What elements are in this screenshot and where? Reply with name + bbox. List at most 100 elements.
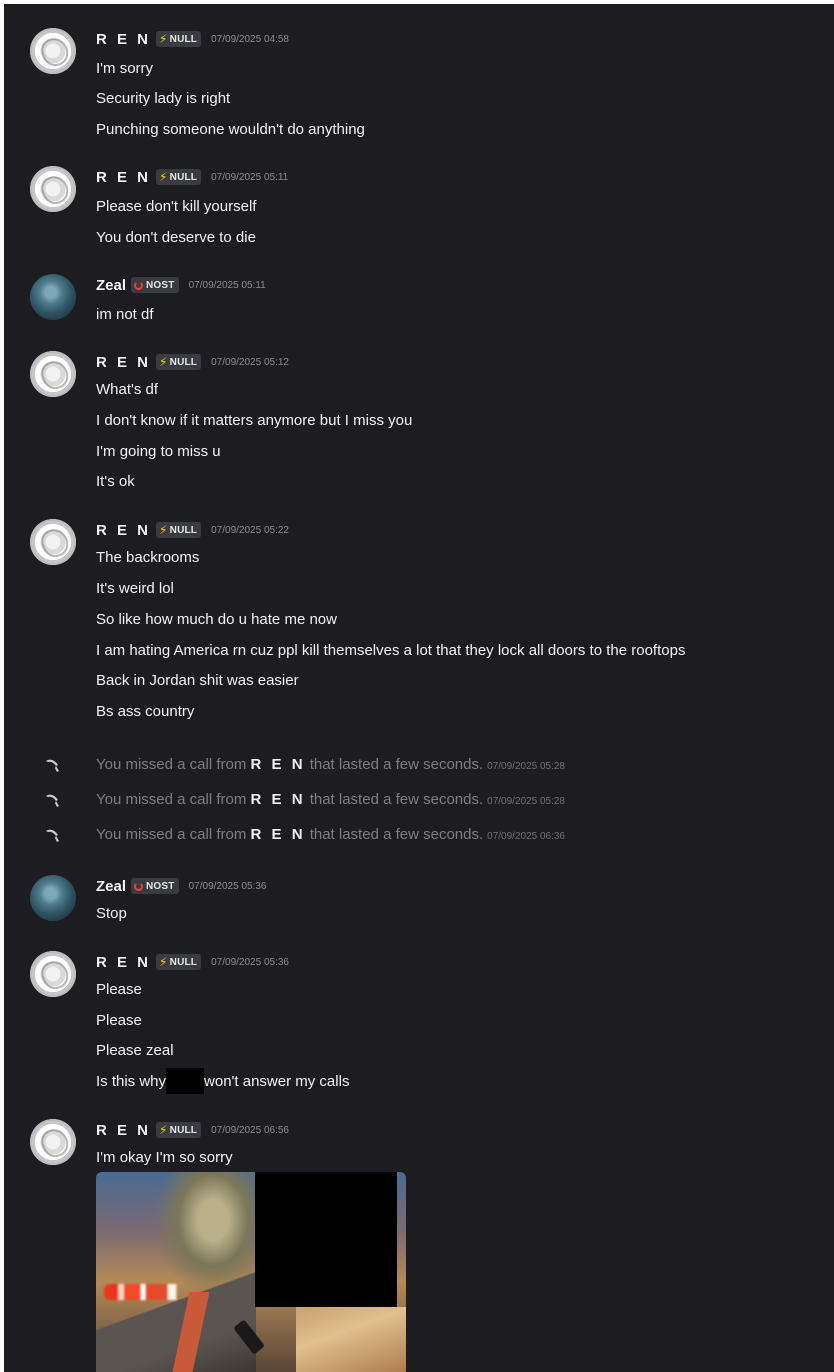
tag-label: NULL	[169, 956, 198, 968]
phone-icon	[46, 759, 59, 772]
message-text: Back in Jordan shit was easier	[96, 672, 299, 689]
phone-icon	[46, 829, 59, 842]
message-header: Zeal NOST 07/09/2025 05:36	[96, 876, 266, 896]
message-header: R E N ⚡ NULL 07/09/2025 05:11	[96, 167, 288, 187]
author-name[interactable]: R E N	[96, 954, 151, 971]
caller-name[interactable]: R E N	[251, 791, 306, 808]
avatar[interactable]	[30, 166, 76, 212]
lightning-bolt-icon: ⚡	[159, 170, 168, 184]
message-text: I'm going to miss u	[96, 443, 221, 460]
call-text: You missed a call from	[96, 826, 251, 843]
author-name[interactable]: R E N	[96, 169, 151, 186]
message-header: R E N ⚡ NULL 07/09/2025 04:58	[96, 29, 289, 49]
guild-tag[interactable]: ⚡ NULL	[156, 522, 202, 538]
timestamp: 07/09/2025 05:11	[188, 279, 266, 291]
lightning-bolt-icon: ⚡	[159, 523, 168, 537]
tag-label: NOST	[146, 880, 175, 892]
timestamp: 07/09/2025 05:22	[211, 524, 289, 536]
message-text: I am hating America rn cuz ppl kill them…	[96, 642, 686, 659]
tag-label: NOST	[146, 279, 175, 291]
message-text: Please	[96, 981, 142, 998]
message-text: Punching someone wouldn't do anything	[96, 121, 365, 138]
message-header: Zeal NOST 07/09/2025 05:11	[96, 275, 266, 295]
tag-label: NULL	[169, 171, 198, 183]
timestamp: 07/09/2025 05:28	[487, 761, 565, 772]
tag-label: NULL	[169, 356, 198, 368]
timestamp: 07/09/2025 05:28	[487, 796, 565, 807]
avatar[interactable]	[30, 351, 76, 397]
message-header: R E N ⚡ NULL 07/09/2025 05:22	[96, 520, 289, 540]
message-text-part: won't answer my calls	[204, 1073, 350, 1090]
emergency-lights	[104, 1284, 194, 1300]
lightning-bolt-icon: ⚡	[159, 955, 168, 969]
call-text: You missed a call from	[96, 756, 251, 773]
hand	[296, 1307, 406, 1372]
chat-log: R E N ⚡ NULL 07/09/2025 04:58 I'm sorry S…	[4, 4, 834, 1372]
message-text: So like how much do u hate me now	[96, 611, 337, 628]
message-header: R E N ⚡ NULL 07/09/2025 05:12	[96, 352, 289, 372]
phone-icon	[46, 794, 59, 807]
message-text: Please don't kill yourself	[96, 198, 257, 215]
missed-call-notice: You missed a call from R E N that lasted…	[4, 755, 834, 775]
guild-tag[interactable]: ⚡ NULL	[156, 954, 202, 970]
message-text: I'm okay I'm so sorry	[96, 1149, 233, 1166]
redaction-box	[255, 1172, 397, 1307]
avatar[interactable]	[30, 1119, 76, 1165]
lightning-bolt-icon: ⚡	[159, 1123, 168, 1137]
missed-call-notice: You missed a call from R E N that lasted…	[4, 825, 834, 845]
message-header: R E N ⚡ NULL 07/09/2025 05:36	[96, 952, 289, 972]
message-text: I don't know if it matters anymore but I…	[96, 412, 413, 429]
guild-tag[interactable]: ⚡ NULL	[156, 1122, 202, 1138]
avatar[interactable]	[30, 274, 76, 320]
call-text: that lasted a few seconds.	[305, 756, 484, 773]
message-text: Please	[96, 1012, 142, 1029]
message-text: Stop	[96, 905, 127, 922]
message-text: It's ok	[96, 473, 135, 490]
timestamp: 07/09/2025 05:12	[211, 356, 289, 368]
redaction-bar	[166, 1068, 205, 1095]
ring-icon	[134, 881, 144, 891]
author-name[interactable]: Zeal	[96, 277, 126, 294]
timestamp: 07/09/2025 05:36	[211, 956, 289, 968]
message-text: Security lady is right	[96, 90, 231, 107]
message-header: R E N ⚡ NULL 07/09/2025 06:56	[96, 1120, 289, 1140]
message-text: Is this why won't answer my calls	[96, 1068, 350, 1095]
tag-label: NULL	[169, 1124, 198, 1136]
guild-tag[interactable]: ⚡ NULL	[156, 169, 202, 185]
author-name[interactable]: R E N	[96, 31, 151, 48]
tag-label: NULL	[169, 33, 198, 45]
timestamp: 07/09/2025 05:36	[188, 880, 267, 892]
author-name[interactable]: Zeal	[96, 878, 126, 895]
avatar[interactable]	[30, 519, 76, 565]
message-text: The backrooms	[96, 549, 200, 566]
guild-tag[interactable]: NOST	[131, 878, 179, 894]
author-name[interactable]: R E N	[96, 354, 151, 371]
ring-icon	[134, 280, 144, 290]
timestamp: 07/09/2025 04:58	[211, 33, 289, 45]
avatar[interactable]	[30, 951, 76, 997]
tag-label: NULL	[169, 524, 198, 536]
call-text: You missed a call from	[96, 791, 251, 808]
image-attachment[interactable]	[96, 1172, 406, 1372]
message-text: Please zeal	[96, 1042, 174, 1059]
timestamp: 07/09/2025 06:56	[211, 1124, 289, 1136]
message-text: What's df	[96, 381, 159, 398]
caller-name[interactable]: R E N	[251, 756, 306, 773]
author-name[interactable]: R E N	[96, 522, 151, 539]
guild-tag[interactable]: ⚡ NULL	[156, 354, 202, 370]
lightning-bolt-icon: ⚡	[159, 355, 168, 369]
message-text: I'm sorry	[96, 60, 154, 77]
guild-tag[interactable]: NOST	[131, 277, 179, 293]
message-text-part: Is this why	[96, 1073, 167, 1090]
message-text: im not df	[96, 306, 154, 323]
avatar[interactable]	[30, 28, 76, 74]
avatar[interactable]	[30, 875, 76, 921]
author-name[interactable]: R E N	[96, 1122, 151, 1139]
message-text: Bs ass country	[96, 703, 195, 720]
call-text: that lasted a few seconds.	[305, 826, 484, 843]
timestamp: 07/09/2025 06:36	[487, 831, 565, 842]
lightning-bolt-icon: ⚡	[159, 32, 168, 46]
caller-name[interactable]: R E N	[251, 826, 306, 843]
guild-tag[interactable]: ⚡ NULL	[156, 31, 202, 47]
missed-call-notice: You missed a call from R E N that lasted…	[4, 790, 834, 810]
